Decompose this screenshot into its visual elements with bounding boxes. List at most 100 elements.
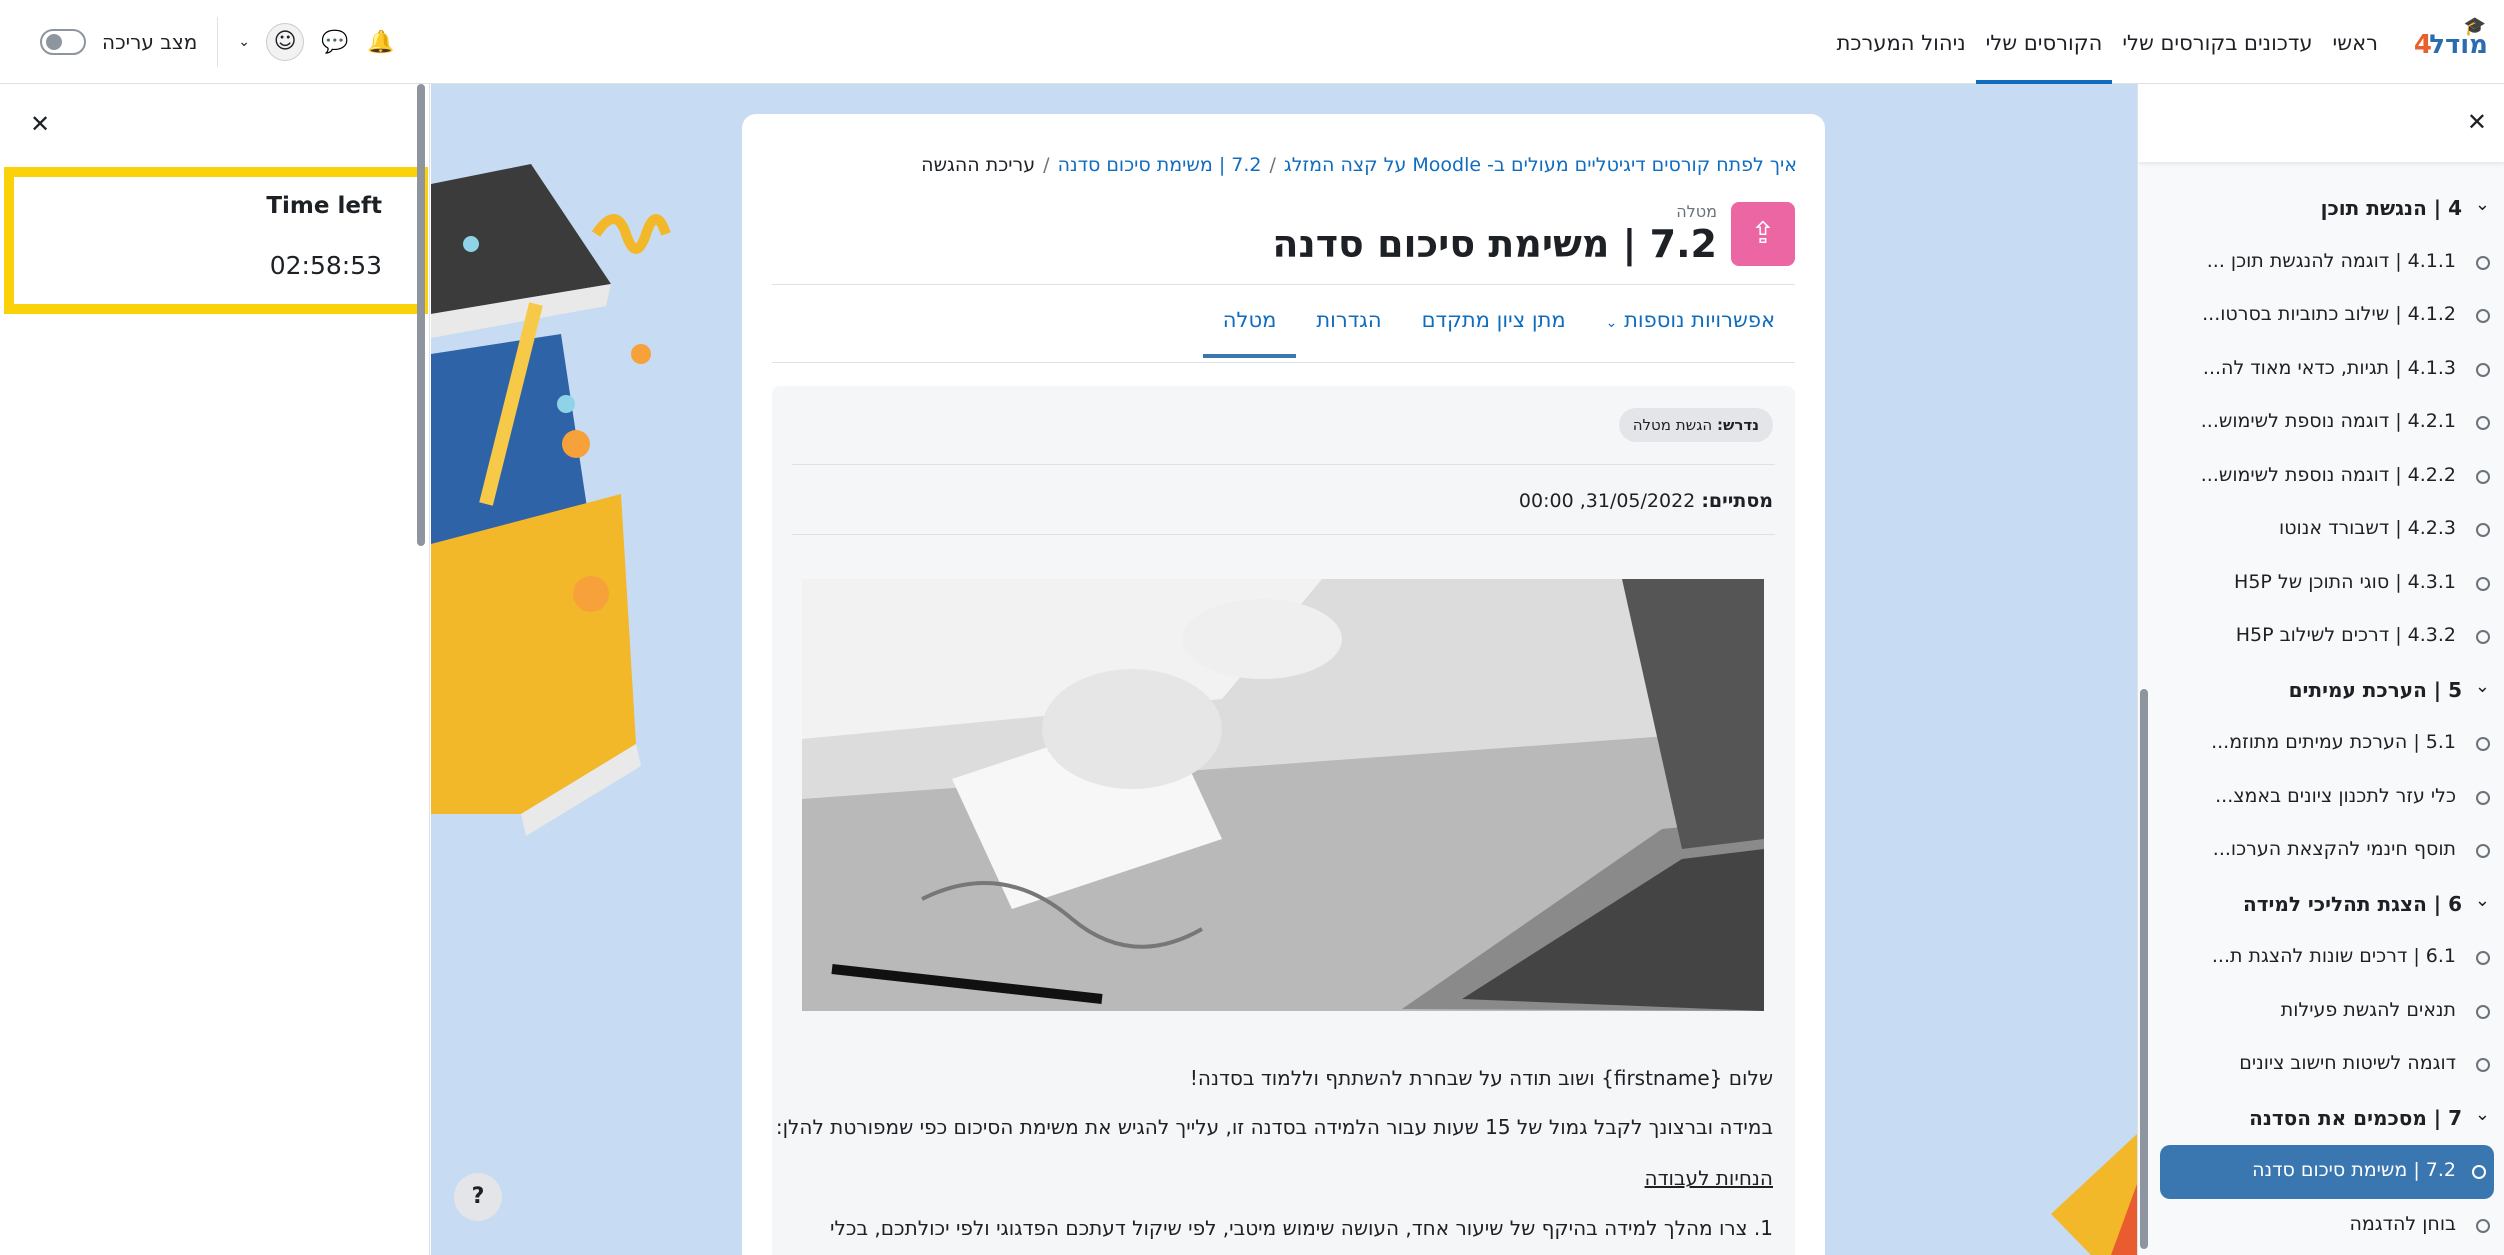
instructions-heading-text: הנחיות לעבודה [1644,1166,1773,1190]
course-index-item[interactable]: 4.2.2 | דוגמה נוספת לשימוש... [2138,450,2504,504]
course-index-item[interactable]: 4.3.2 | דרכים לשילוב H5P [2138,610,2504,664]
course-index-label: 4.1.3 | תגיות, כדאי מאוד לה... [2202,356,2456,379]
chevron-down-icon[interactable]: ⌄ [2475,676,2490,697]
user-avatar[interactable]: ☺ [266,23,305,61]
course-index-label: 4.2.3 | דשבורד אנוטו [2279,517,2456,539]
course-index-item[interactable]: תוסף חינמי להקצאת הערכו... [2138,824,2504,878]
completion-circle-icon [2476,576,2490,591]
course-index-label: 7.2 | משימת סיכום סדנה [2252,1159,2456,1181]
completion-circle-icon [2476,469,2490,484]
nav-site-admin[interactable]: ניהול המערכת [1827,0,1976,84]
course-index-item[interactable]: 7.2 | משימת סיכום סדנה [2160,1145,2494,1199]
assignment-icon: ⇪ [1731,202,1795,266]
course-index-item[interactable]: 4.3.1 | סוגי התוכן של H5P [2138,557,2504,611]
course-index-label: 7 | מסכמים את הסדנה [2249,1105,2462,1130]
completion-circle-icon [2476,844,2490,858]
breadcrumb: איך לפתח קורסים דיגיטליים מעולים ב- Mood… [921,154,1797,176]
completion-circle-icon [2476,1058,2490,1072]
course-index: ⌄ 4 | הנגשת תוכן 4.1.1 | דוגמה להנגשת תוכן… [2138,182,2504,1253]
course-index-item[interactable]: כלי עזר לתכנון ציונים באמצ... [2138,771,2504,825]
completion-circle-icon [2476,1004,2490,1019]
books-illustration [431,164,671,836]
completion-circle-icon [2476,362,2490,377]
completion-circle-icon [2476,737,2490,751]
page-title: 7.2 | משימת סיכום סדנה [1272,222,1717,266]
course-index-label: 4.2.1 | דוגמה נוספת לשימוש... [2200,410,2456,432]
course-section-header[interactable]: ⌄ 5 | הערכת עמיתים [2138,664,2504,718]
bell-icon[interactable]: 🔔 [366,30,396,55]
course-index-item[interactable]: תנאים להגשת פעילות [2138,985,2504,1039]
assignment-image [802,579,1764,1011]
course-index-label: בוחן להדגמה [2349,1212,2456,1235]
instructions-heading: הנחיות לעבודה [1645,1166,1773,1190]
user-controls: מצב עריכה ⌄ ☺ 💬 🔔 [40,0,396,84]
breadcrumb-activity[interactable]: 7.2 | משימת סיכום סדנה [1058,154,1262,176]
close-icon[interactable]: ✕ [2467,108,2487,136]
course-index-item[interactable]: 5.1 | הערכת עמיתים מתוזמ... [2138,717,2504,771]
course-index-item[interactable]: 4.1.2 | שילוב כתוביות בסרטו... [2138,289,2504,343]
nav-my-courses[interactable]: הקורסים שלי [1975,0,2113,84]
completion-circle-icon [2472,1165,2486,1179]
logo-text: מודל [2429,30,2488,60]
due-value: 31/05/2022, 00:00 [1518,490,1696,512]
edit-mode-label: מצב עריכה [102,30,198,54]
activity-tabs: מטלה הגדרות מתן ציון מתקדם אפשרויות נוספ… [1202,308,1795,358]
completion-circle-icon [2476,523,2490,537]
chevron-down-icon: ⌄ [1605,315,1618,331]
course-index-label: תנאים להגשת פעילות [2280,998,2456,1021]
course-index-item[interactable]: דוגמה לשיטות חישוב ציונים [2138,1038,2504,1092]
breadcrumb-course[interactable]: איך לפתח קורסים דיגיטליים מעולים ב- Mood… [1284,154,1797,176]
course-index-drawer: ✕ ⌄ 4 | הנגשת תוכן 4.1.1 | דוגמה להנגשת תו… [2137,84,2504,1255]
course-index-item[interactable]: 6.1 | דרכים שונות להצגת ת... [2138,931,2504,985]
assignment-content: נדרש: הגשת מטלה מסתיים: 31/05/2022, 00:0… [772,386,1795,1255]
quiz-timer: Time left 02:58:53 [4,167,428,314]
course-section-header[interactable]: ⌄ 7 | מסכמים את הסדנה [2138,1092,2504,1146]
scrollbar[interactable] [417,84,425,546]
course-index-label: 5.1 | הערכת עמיתים מתוזמ... [2211,731,2456,753]
course-section-header[interactable]: ⌄ 6 | הצגת תהליכי למידה [2138,878,2504,932]
completion-circle-icon [2476,790,2490,805]
message-icon[interactable]: 💬 [320,30,350,55]
course-index-label: כלי עזר לתכנון ציונים באמצ... [2215,784,2456,807]
completion-circle-icon [2476,255,2490,270]
completion-circle-icon [2476,630,2490,644]
course-index-label: 4.3.2 | דרכים לשילוב H5P [2235,624,2456,646]
nav-course-updates[interactable]: עדכונים בקורסים שלי [2112,0,2322,84]
left-drawer: ✕ Time left 02:58:53 [0,84,430,1255]
due-label: מסתיים: [1701,490,1773,512]
breadcrumb-current: עריכת ההגשה [921,154,1036,176]
tab-assignment[interactable]: מטלה [1202,308,1297,358]
course-index-label: 4.2.2 | דוגמה נוספת לשימוש... [2200,463,2456,486]
site-logo[interactable]: 🎓 4 מודל [2408,16,2488,66]
help-button[interactable]: ? [454,1173,502,1221]
completion-circle-icon [2476,309,2490,323]
chevron-down-icon[interactable]: ⌄ [2475,890,2490,911]
close-icon[interactable]: ✕ [30,110,50,138]
breadcrumb-separator: / [1269,154,1276,176]
divider [772,362,1795,363]
tab-settings[interactable]: הגדרות [1296,308,1401,358]
chevron-down-icon[interactable]: ⌄ [238,34,250,50]
course-index-label: תוסף חינמי להקצאת הערכו... [2212,838,2456,860]
timer-title: Time left [266,193,382,219]
tab-more[interactable]: אפשרויות נוספות ⌄ [1586,308,1795,358]
course-index-item[interactable]: 4.2.1 | דוגמה נוספת לשימוש... [2138,396,2504,450]
course-index-item[interactable]: 4.1.1 | דוגמה להנגשת תוכן ... [2138,236,2504,290]
chevron-down-icon[interactable]: ⌄ [2475,1104,2490,1125]
edit-mode-toggle[interactable] [40,29,86,55]
completion-circle-icon [2476,951,2490,965]
course-index-item[interactable]: בוחן להדגמה [2138,1199,2504,1253]
timer-value: 02:58:53 [269,251,382,280]
due-date: מסתיים: 31/05/2022, 00:00 [1519,490,1773,512]
top-navbar: 🎓 4 מודל ראשי עדכונים בקורסים שלי הקורסי… [0,0,2504,84]
chevron-down-icon[interactable]: ⌄ [2475,194,2490,215]
course-index-item[interactable]: 4.1.3 | תגיות, כדאי מאוד לה... [2138,343,2504,397]
tab-advanced-grading[interactable]: מתן ציון מתקדם [1402,308,1586,358]
intro-text: במידה וברצונך לקבל גמול של 15 שעות עבור … [775,1115,1773,1139]
nav-home[interactable]: ראשי [2323,0,2388,84]
course-index-item[interactable]: 4.2.3 | דשבורד אנוטו [2138,503,2504,557]
divider [792,464,1775,465]
course-section-header[interactable]: ⌄ 4 | הנגשת תוכן [2138,182,2504,236]
completion-circle-icon [2476,416,2490,430]
completion-circle-icon [2476,1218,2490,1233]
